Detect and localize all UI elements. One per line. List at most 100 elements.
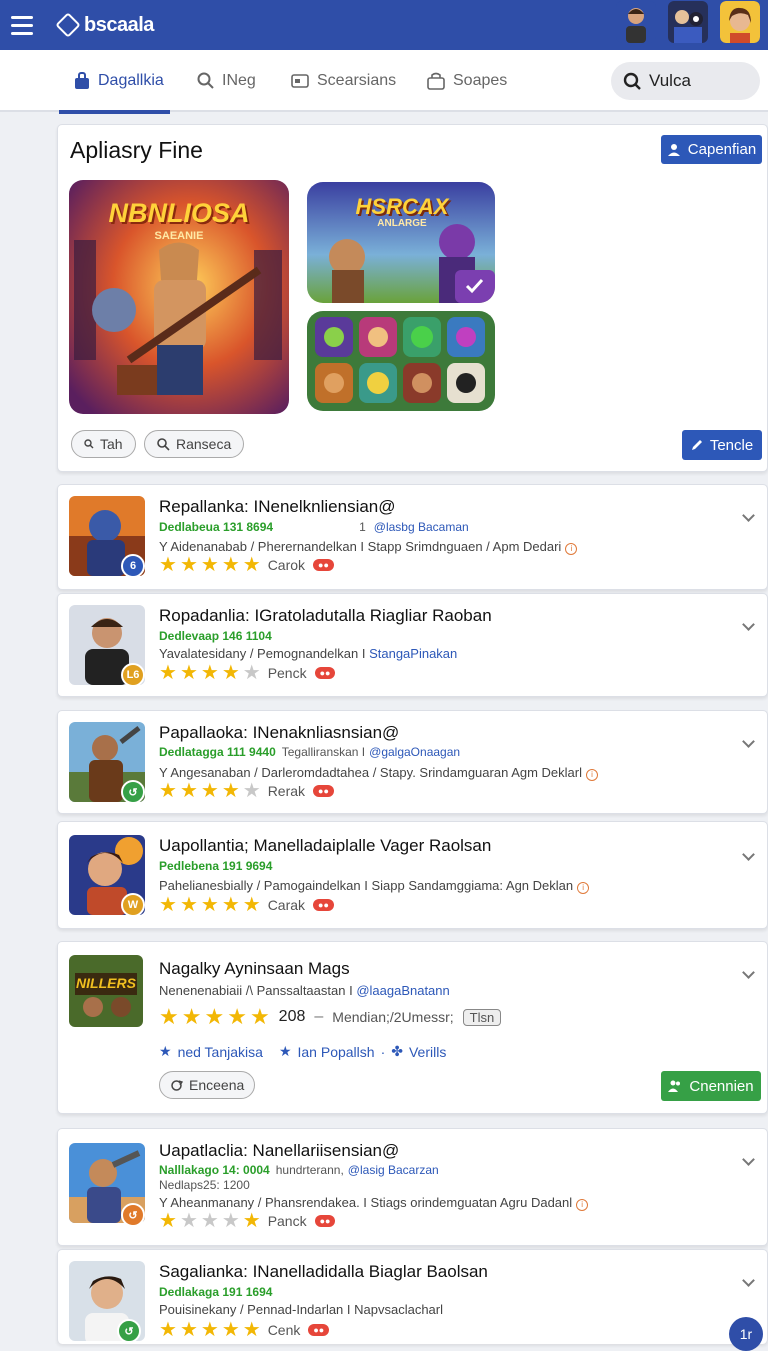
star-icon: ★ (242, 662, 261, 684)
search-icon (84, 439, 94, 449)
info-icon: i (577, 882, 590, 894)
meta-link[interactable]: Ian Popallsh (298, 1044, 375, 1060)
item-title: Sagalianka: INanelladidalla Biaglar Baol… (159, 1262, 488, 1281)
chevron-down-icon[interactable] (742, 966, 755, 979)
item-description: Y Aheanmanany / Phansrendakea. I Stiags … (159, 1195, 589, 1211)
item-title: Repallanka: INenelknliensian@ (159, 497, 396, 516)
star-icon: ★ (179, 1210, 198, 1232)
app-badge-icon: ↺ (121, 1203, 145, 1227)
chip-label: Tah (100, 436, 123, 452)
meta-link[interactable]: ned Tanjakisa (178, 1044, 263, 1060)
item-subtitle: Pedlebena 191 9694 (159, 859, 273, 873)
search-icon (157, 437, 170, 451)
featured-icon-grid[interactable] (307, 311, 495, 411)
star-icon: ★ (221, 894, 240, 916)
star-icon: ★ (159, 554, 177, 576)
app-logo[interactable]: bscaala (55, 12, 154, 38)
star-icon: ★ (179, 1319, 198, 1341)
list-item[interactable]: 6 Repallanka: INenelknliensian@ Dedlabeu… (57, 484, 768, 590)
hero-art-subtitle: SAEANIE (154, 230, 204, 242)
chevron-down-icon[interactable] (742, 735, 755, 748)
enceena-chip[interactable]: Enceena (159, 1071, 256, 1099)
item-description: Nenenenabiaii /\ Panssaltaastan I @laaga… (159, 983, 450, 998)
tencle-label: Tencle (709, 436, 754, 454)
chevron-down-icon[interactable] (742, 848, 755, 861)
star-icon: ★ (181, 1004, 202, 1029)
chip-tah[interactable]: Tah (71, 430, 136, 458)
user-avatar-2[interactable] (668, 1, 708, 43)
chevron-down-icon[interactable] (742, 509, 755, 522)
star-icon: ★ (221, 780, 240, 802)
user-avatar-1[interactable] (616, 1, 656, 43)
dot-separator: · (380, 1043, 386, 1060)
star-icon: ★ (242, 894, 261, 916)
chevron-down-icon[interactable] (742, 1153, 755, 1166)
menu-icon[interactable] (11, 15, 33, 35)
featured-hero-art[interactable]: NBNLIOSA SAEANIE (69, 180, 289, 414)
item-title: Nagalky Ayninsaan Mags (159, 959, 350, 978)
app-badge-icon: 6 (121, 554, 145, 578)
search-icon (623, 72, 641, 90)
item-description: Pouisinekany / Pennad-Indarlan I Napvsac… (159, 1302, 444, 1317)
star-icon: ★ (179, 894, 198, 916)
chip-ranseca[interactable]: Ranseca (144, 430, 245, 458)
list-item[interactable]: L6 Ropadanlia: IGratoladutalla Riagliar … (57, 593, 768, 697)
rating-label: Carok (267, 557, 306, 573)
star-icon: ★ (179, 554, 198, 576)
list-item-expanded[interactable]: NILLERS Nagalky Ayninsaan Mags Nenenenab… (57, 941, 768, 1114)
info-icon: i (565, 543, 578, 555)
search-field[interactable]: Vulca (611, 62, 760, 100)
star-icon: ★ (200, 1210, 219, 1232)
star-icon: ★ (221, 554, 240, 576)
star-icon: ★ (200, 554, 219, 576)
star-icon: ★ (242, 1319, 261, 1341)
star-icon: ★ (200, 780, 219, 802)
tab-dagallkia[interactable]: Dagallkia (59, 64, 170, 114)
item-description: Yavalatesidany / Pemognandelkan I Stanga… (159, 646, 458, 661)
meta-links: ★ ned Tanjakisa ★ Ian Popallsh · ✤ Verills (159, 1043, 446, 1060)
list-item[interactable]: ↺ Uapatlaclia: Nanellariisensian@ Nallla… (57, 1128, 768, 1246)
tab-label: Dagallkia (98, 72, 164, 89)
item-subtitle: Dedlatagga 111 9440 Tegalliranskan I @galg… (159, 745, 461, 759)
tencle-button[interactable]: Tencle (682, 430, 762, 460)
thumbnail-text: NILLERS (76, 975, 136, 991)
tag-badge-icon: ●● (308, 1324, 330, 1336)
tab-ineg[interactable]: INeg (196, 64, 256, 98)
star-icon: ★ (159, 1319, 177, 1341)
item-subtitle: Dedlakaga 191 1694 (159, 1285, 273, 1299)
star-icon: ★ (204, 1004, 225, 1029)
chip-label: Enceena (189, 1077, 245, 1093)
tab-bar: Dagallkia INeg Scearsians Soapes Vulca (0, 50, 768, 114)
cnennien-label: Cnennien (689, 1077, 754, 1095)
badge-small-icon: ✤ (391, 1043, 403, 1059)
chevron-down-icon[interactable] (742, 618, 755, 631)
tag-badge-icon: ●● (313, 559, 334, 571)
floating-action-button[interactable]: 1r (729, 1317, 763, 1351)
meta-link[interactable]: Verills (409, 1044, 446, 1060)
featured-second-art[interactable]: HSRCAX ANLARGE (307, 182, 495, 303)
rating-label: Panck (267, 1213, 307, 1229)
second-art-subtitle: ANLARGE (377, 218, 427, 229)
tab-scearsians[interactable]: Scearsians (291, 64, 396, 98)
list-item[interactable]: W Uapollantia; Manelladaiplalle Vager Ra… (57, 821, 768, 929)
user-avatar-3[interactable] (720, 1, 760, 43)
list-item[interactable]: ↺ Sagalianka: INanelladidalla Biaglar Ba… (57, 1249, 768, 1344)
chevron-down-icon[interactable] (742, 1274, 755, 1287)
logo-icon (55, 12, 81, 38)
app-badge-icon: ↺ (121, 780, 145, 804)
rating-chip[interactable]: Tlsn (462, 1008, 502, 1026)
tag-badge-icon: ●● (313, 899, 334, 911)
star-icon: ★ (242, 554, 261, 576)
tab-label: Scearsians (317, 72, 397, 89)
tab-soapes[interactable]: Soapes (427, 64, 507, 98)
star-icon: ★ (221, 1319, 240, 1341)
search-text: Vulca (649, 71, 691, 90)
cnennien-button[interactable]: Cnennien (661, 1071, 761, 1101)
item-description: Y Aidenanabab / Pherernandelkan I Stapp … (159, 539, 578, 555)
capenfian-button[interactable]: Capenfian (661, 135, 762, 164)
item-description: Y Angesanaban / Darleromdadtahea / Stapy… (159, 765, 598, 781)
person-icon (667, 143, 680, 156)
item-subtitle-2: Nedlaps25: 1200 (159, 1178, 250, 1192)
rating: ★ ★ ★ ★ ★ Panck ●● (159, 1210, 336, 1232)
list-item[interactable]: ↺ Papallaoka: INenaknliasnsian@ Dedlatag… (57, 710, 768, 814)
